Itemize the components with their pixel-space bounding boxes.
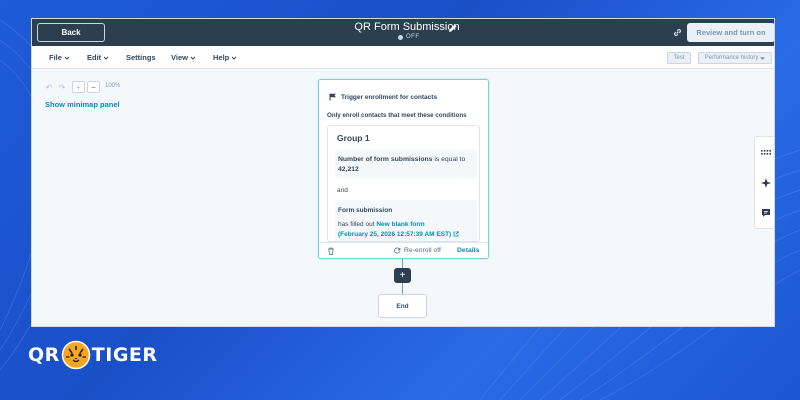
condition-property: Number of form submissions: [338, 156, 433, 163]
status-badge: OFF: [398, 34, 420, 40]
app-window: Back QR Form Submission OFF Review and t…: [31, 18, 775, 327]
chevron-down-icon: [103, 56, 109, 60]
chevron-down-icon: [231, 56, 237, 60]
menu-view[interactable]: View: [171, 53, 196, 62]
menu-help-label: Help: [213, 53, 230, 62]
trash-icon[interactable]: [327, 247, 335, 255]
condition2-body: has filled out New blank form (February …: [338, 220, 474, 240]
grid-dots-icon[interactable]: [761, 147, 771, 157]
menu-edit[interactable]: Edit: [87, 53, 109, 62]
side-toolbar: [754, 136, 774, 229]
form-date-link[interactable]: (February 25, 2026 12:57:39 AM EST): [338, 231, 451, 238]
menu-settings-label: Settings: [126, 53, 156, 62]
external-link-icon[interactable]: [453, 231, 459, 237]
sparkle-icon[interactable]: [761, 178, 771, 188]
condition-filter-2[interactable]: Form submission has filled out New blank…: [335, 200, 477, 241]
performance-history-label: Performance history: [704, 55, 759, 61]
performance-history-button[interactable]: Performance history: [698, 52, 772, 64]
connector-line: [402, 259, 403, 268]
condition-group: Group 1 Number of form submissions is eq…: [327, 125, 480, 242]
logo-text-right: TIGER: [91, 344, 158, 366]
condition-filter-1[interactable]: Number of form submissions is equal to 4…: [335, 150, 477, 178]
menu-edit-label: Edit: [87, 53, 102, 62]
menu-file[interactable]: File: [49, 53, 70, 62]
trigger-subtitle: Only enroll contacts that meet these con…: [327, 112, 467, 119]
card-footer: Re-enroll off Details: [319, 242, 488, 259]
workflow-header: Back QR Form Submission OFF Review and t…: [32, 19, 774, 46]
status-dot-icon: [398, 34, 403, 40]
re-enroll-toggle[interactable]: Re-enroll off: [394, 247, 441, 254]
redo-button[interactable]: ↷: [56, 81, 68, 93]
zoom-out-button[interactable]: −: [87, 81, 100, 93]
zoom-level: 100%: [105, 83, 121, 89]
trigger-card[interactable]: Trigger enrollment for contacts Only enr…: [318, 79, 489, 259]
refresh-icon: [394, 247, 401, 254]
title-wrap: QR Form Submission: [322, 21, 492, 33]
chevron-down-icon: [64, 56, 70, 60]
test-button[interactable]: Test: [667, 52, 691, 64]
workflow-title[interactable]: QR Form Submission: [322, 21, 492, 33]
link-icon[interactable]: [672, 27, 683, 38]
tiger-mascot-icon: [61, 340, 91, 370]
logo-text-left: QR: [28, 344, 60, 366]
trigger-title: Trigger enrollment for contacts: [329, 93, 437, 101]
menu-help[interactable]: Help: [213, 53, 237, 62]
and-label: and: [337, 187, 348, 194]
comment-icon[interactable]: [761, 208, 771, 218]
trigger-title-text: Trigger enrollment for contacts: [341, 93, 438, 101]
flag-icon: [329, 93, 336, 101]
qr-tiger-logo: QR TIGER: [28, 337, 158, 373]
caret-down-icon: [760, 56, 766, 60]
chevron-down-icon: [190, 56, 196, 60]
group-title: Group 1: [337, 133, 370, 143]
status-text: OFF: [406, 34, 420, 40]
condition-operator: is equal to: [434, 156, 466, 163]
form-name-link[interactable]: New blank form: [376, 221, 424, 228]
connector-line: [402, 283, 403, 294]
pencil-icon[interactable]: [448, 23, 458, 33]
menu-settings[interactable]: Settings: [126, 53, 156, 62]
undo-button[interactable]: ↶: [43, 81, 55, 93]
menu-bar: File Edit Settings View Help Test Perfor…: [32, 46, 774, 69]
back-button[interactable]: Back: [37, 23, 105, 42]
condition2-text: has filled out: [338, 220, 375, 228]
condition2-title: Form submission: [338, 207, 393, 214]
end-node: End: [378, 294, 427, 318]
details-link[interactable]: Details: [457, 247, 479, 254]
re-enroll-label: Re-enroll off: [404, 247, 441, 254]
menu-file-label: File: [49, 53, 62, 62]
show-minimap-link[interactable]: Show minimap panel: [45, 100, 120, 109]
menu-view-label: View: [171, 53, 188, 62]
zoom-in-button[interactable]: +: [72, 81, 85, 93]
condition-value: 42,212: [338, 165, 359, 173]
review-and-turn-on-button[interactable]: Review and turn on: [687, 23, 774, 42]
add-action-button[interactable]: +: [394, 268, 411, 283]
